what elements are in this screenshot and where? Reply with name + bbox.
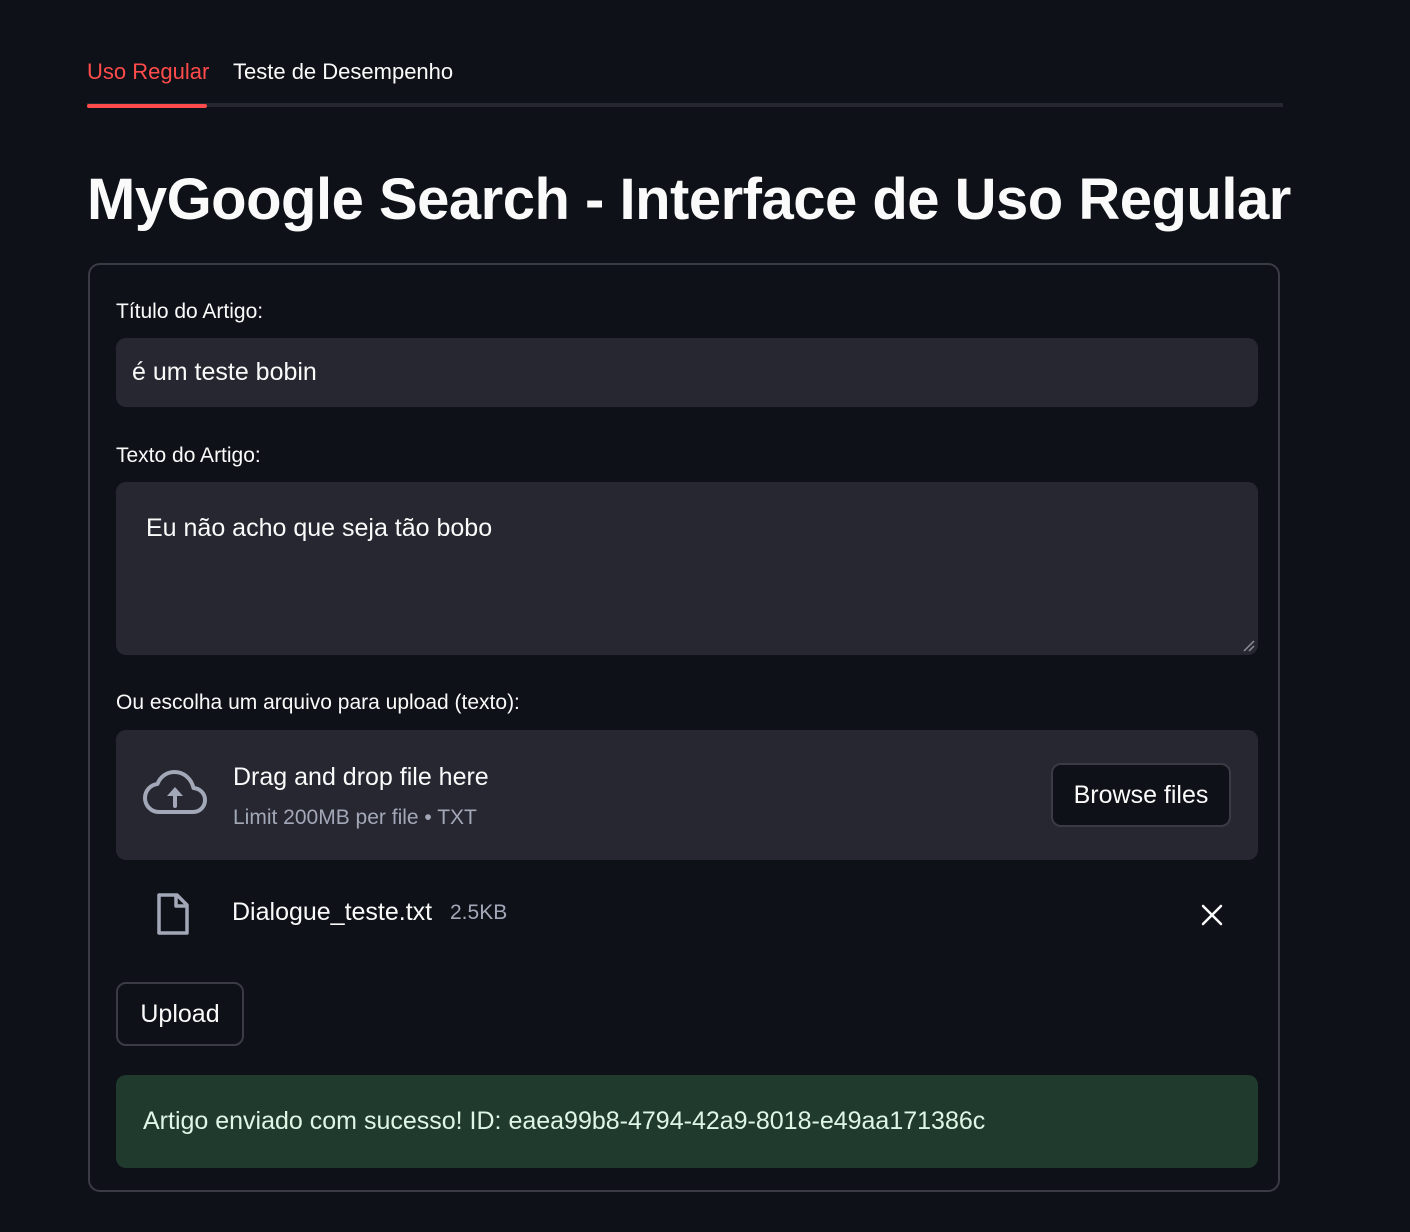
app-page: Uso Regular Teste de Desempenho MyGoogle… — [0, 0, 1410, 1232]
tab-uso-regular[interactable]: Uso Regular — [87, 58, 209, 86]
uploaded-file-name: Dialogue_teste.txt — [232, 898, 433, 926]
success-alert: Artigo enviado com sucesso! ID: eaea99b8… — [116, 1075, 1258, 1168]
browse-files-button[interactable]: Browse files — [1051, 763, 1231, 827]
active-tab-indicator — [87, 104, 207, 108]
tab-bar: Uso Regular Teste de Desempenho — [87, 50, 1283, 109]
close-icon[interactable] — [1200, 903, 1224, 927]
upload-button[interactable]: Upload — [116, 982, 244, 1046]
resize-handle-icon[interactable] — [1241, 638, 1255, 652]
uploaded-file-size: 2.5KB — [450, 901, 508, 924]
article-text-value: Eu não acho que seja tão bobo — [146, 514, 493, 542]
upload-label: Ou escolha um arquivo para upload (texto… — [116, 691, 520, 714]
text-label: Texto do Artigo: — [116, 444, 261, 467]
uploaded-file-row: Dialogue_teste.txt 2.5KB — [116, 875, 1258, 955]
file-dropzone[interactable]: Drag and drop file here Limit 200MB per … — [116, 730, 1258, 860]
title-input[interactable]: é um teste bobin — [116, 338, 1258, 407]
dropzone-title: Drag and drop file here — [233, 763, 489, 791]
tab-teste-de-desempenho[interactable]: Teste de Desempenho — [233, 58, 453, 86]
cloud-upload-icon — [143, 770, 207, 814]
title-label: Título do Artigo: — [116, 300, 264, 323]
article-form: Título do Artigo: é um teste bobin Texto… — [88, 263, 1280, 1192]
tab-rail — [87, 103, 1283, 107]
page-title: MyGoogle Search - Interface de Uso Regul… — [87, 167, 1291, 232]
dropzone-limit: Limit 200MB per file • TXT — [233, 806, 477, 829]
file-icon — [157, 893, 189, 935]
article-text-area[interactable]: Eu não acho que seja tão bobo — [116, 482, 1258, 655]
